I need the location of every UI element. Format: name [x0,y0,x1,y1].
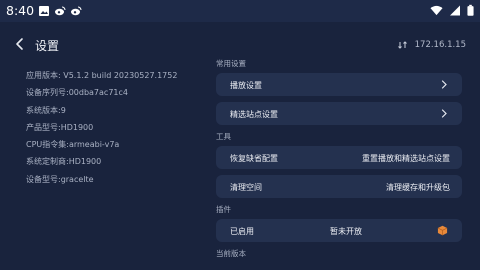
device-info-list: 应用版本: V5.1.2 build 20230527.1752 设备序列号:0… [26,70,177,191]
notification-icons [38,5,82,17]
info-cpu-abi: CPU指令集:armeabi-v7a [26,140,120,150]
ip-address: 172.16.1.15 [414,40,466,50]
plugins-status-label: 已启用 [230,227,254,236]
section-label-plugins: 插件 [216,205,231,214]
featured-sites-settings-item[interactable]: 精选站点设置 [216,102,462,125]
playback-settings-item[interactable]: 播放设置 [216,73,462,96]
signal-icon [450,5,460,16]
clear-space-description: 清理缓存和升级包 [386,183,450,192]
system-icons [430,4,474,17]
info-product-model: 产品型号:HD1900 [26,122,94,132]
restore-defaults-label: 恢复缺省配置 [230,154,278,163]
wifi-icon [430,5,443,16]
featured-sites-settings-label: 精选站点设置 [230,110,278,119]
back-arrow-icon[interactable] [12,36,28,52]
info-system-version: 系统版本:9 [26,105,66,115]
battery-icon [467,4,474,16]
section-label-tools: 工具 [216,132,231,141]
clear-space-item[interactable]: 清理空间 清理缓存和升级包 [216,175,462,198]
info-system-vendor: 系统定制商:HD1900 [26,157,102,167]
restore-defaults-item[interactable]: 恢复缺省配置 重置播放和精选站点设置 [216,146,462,169]
weibo-icon [71,6,82,16]
weibo-icon [55,6,66,16]
info-device-model: 设备型号:gracelte [26,174,94,184]
status-bar: 8:40 [0,0,480,22]
section-label-common: 常用设置 [216,59,246,68]
playback-settings-label: 播放设置 [230,81,262,90]
page-title: 设置 [35,39,60,53]
clear-space-label: 清理空间 [230,183,262,192]
package-icon [437,225,448,236]
plugins-item[interactable]: 已启用 暂未开放 [216,219,462,242]
ip-indicator: 172.16.1.15 [397,40,466,50]
image-icon [39,6,49,16]
plugins-unavailable-text: 暂未开放 [330,227,362,236]
status-time: 8:40 [6,3,35,18]
network-icon [397,41,407,49]
chevron-right-icon [441,80,447,89]
title-bar: 设置 172.16.1.15 [0,32,480,60]
section-label-current-version: 当前版本 [216,249,246,258]
info-serial-number: 设备序列号:00dba7ac71c4 [26,88,128,98]
info-app-version: 应用版本: V5.1.2 build 20230527.1752 [26,71,178,80]
restore-defaults-description: 重置播放和精选站点设置 [362,154,450,163]
chevron-right-icon [441,109,447,118]
